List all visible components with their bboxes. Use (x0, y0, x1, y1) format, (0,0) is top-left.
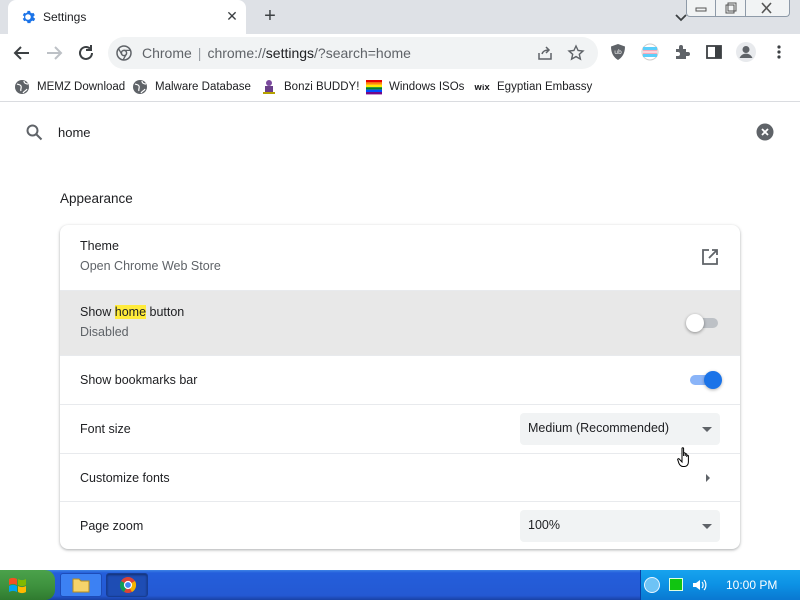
taskbar-chrome[interactable] (106, 573, 148, 597)
back-arrow-icon[interactable] (10, 41, 34, 65)
bookmark-malware-database[interactable]: Malware Database (132, 78, 251, 96)
bookmarks-bar: MEMZ Download Malware Database Bonzi BUD… (0, 72, 800, 102)
font-size-select[interactable]: Medium (Recommended) (520, 413, 720, 445)
share-icon[interactable] (536, 44, 554, 62)
font-size-row: Font size Medium (Recommended) (60, 404, 740, 453)
forward-arrow-icon[interactable] (42, 41, 66, 65)
bookmark-label: Malware Database (155, 81, 251, 93)
show-bookmarks-bar-toggle[interactable] (686, 371, 722, 389)
bookmark-label: MEMZ Download (37, 81, 126, 93)
appearance-card: Theme Open Chrome Web Store Show home bu… (60, 225, 740, 549)
label-suffix: button (146, 305, 185, 319)
svg-text:ub: ub (614, 49, 622, 56)
font-size-value: Medium (Recommended) (528, 421, 670, 435)
show-bookmarks-bar-label: Show bookmarks bar (80, 373, 198, 387)
chevron-right-icon (706, 474, 710, 482)
clock[interactable]: 10:00 PM (726, 578, 777, 592)
url-scheme: chrome:// (207, 45, 266, 61)
window-controls (686, 0, 790, 18)
page-zoom-label: Page zoom (80, 519, 144, 533)
show-home-button-sublabel: Disabled (80, 325, 129, 339)
gear-icon (22, 10, 36, 24)
bookmark-star-icon[interactable] (567, 44, 585, 62)
address-bar[interactable]: Chrome | chrome://settings/?search=home (108, 37, 598, 69)
bookmark-memz-download[interactable]: MEMZ Download (14, 78, 125, 96)
side-panel-icon[interactable] (705, 43, 723, 61)
taskbar-explorer[interactable] (60, 573, 102, 597)
volume-icon[interactable] (691, 577, 707, 593)
dropdown-arrow-icon (702, 524, 712, 529)
ublock-shield-icon[interactable]: ub (609, 43, 627, 61)
bookmark-windows-isos[interactable]: Windows ISOs (366, 78, 464, 96)
settings-search-input[interactable] (58, 122, 658, 142)
hand-cursor-icon (677, 447, 689, 467)
section-title-appearance: Appearance (60, 191, 133, 206)
show-hidden-icons-chevron-icon[interactable] (644, 577, 660, 593)
toggle-knob (686, 314, 704, 332)
tab-settings[interactable]: Settings ✕ (8, 0, 246, 34)
show-home-button-toggle[interactable] (686, 314, 722, 332)
separator: | (197, 45, 202, 61)
bookmark-label: Bonzi BUDDY! (284, 81, 360, 93)
folder-icon (72, 578, 90, 593)
rainbow-flag-icon (366, 80, 382, 95)
system-tray: 10:00 PM (640, 570, 800, 600)
bookmark-label: Egyptian Embassy (497, 81, 593, 93)
svg-text:WiX: WiX (474, 84, 490, 92)
page-zoom-value: 100% (528, 518, 560, 532)
tab-close-icon[interactable]: ✕ (224, 8, 240, 24)
chrome-icon (119, 577, 137, 593)
label-prefix: Show (80, 305, 115, 319)
show-home-button-label: Show home button (80, 305, 184, 319)
bookmark-label: Windows ISOs (389, 81, 465, 93)
new-tab-button[interactable]: + (259, 6, 281, 28)
minimize-icon (695, 7, 707, 12)
show-bookmarks-bar-row[interactable]: Show bookmarks bar (60, 355, 740, 404)
more-menu-icon[interactable] (770, 43, 788, 61)
reload-icon[interactable] (74, 41, 98, 65)
open-in-new-icon[interactable] (700, 247, 720, 267)
toggle-knob (704, 371, 722, 389)
theme-sublabel: Open Chrome Web Store (80, 259, 221, 273)
tab-strip: Settings ✕ + (0, 0, 800, 34)
clear-search-icon[interactable] (756, 123, 774, 141)
profile-avatar-icon[interactable] (735, 41, 757, 63)
dropdown-arrow-icon (702, 427, 712, 432)
page-zoom-row: Page zoom 100% (60, 501, 740, 549)
restore-icon (725, 2, 737, 14)
url-host: settings (265, 45, 315, 61)
show-home-button-row[interactable]: Show home button Disabled (60, 290, 740, 355)
minimize-button[interactable] (686, 0, 716, 17)
search-match-highlight: home (114, 305, 147, 319)
url-query: /?search=home (314, 45, 411, 61)
windows-taskbar: 10:00 PM (0, 570, 800, 600)
customize-fonts-label: Customize fonts (80, 471, 170, 485)
customize-fonts-row[interactable]: Customize fonts (60, 453, 740, 501)
theme-row[interactable]: Theme Open Chrome Web Store (60, 225, 740, 290)
tab-title: Settings (43, 10, 87, 24)
windows-logo-icon (9, 577, 26, 594)
close-icon (761, 2, 772, 14)
settings-page: Appearance Theme Open Chrome Web Store S… (0, 103, 800, 570)
bonzi-icon (263, 80, 275, 94)
page-zoom-select[interactable]: 100% (520, 510, 720, 542)
wix-icon: WiX (474, 84, 490, 92)
start-button[interactable] (0, 570, 55, 600)
browser-toolbar: Chrome | chrome://settings/?search=home ub (0, 34, 800, 72)
bookmark-bonzi-buddy[interactable]: Bonzi BUDDY! (261, 78, 359, 96)
extensions-puzzle-icon[interactable] (673, 43, 691, 61)
close-window-button[interactable] (746, 0, 790, 17)
restore-button[interactable] (716, 0, 746, 17)
extension-flag-icon[interactable] (641, 43, 659, 61)
search-icon (26, 124, 43, 141)
font-size-label: Font size (80, 422, 131, 436)
chrome-logo-icon (116, 45, 132, 61)
bookmark-egyptian-embassy[interactable]: WiX Egyptian Embassy (474, 78, 592, 96)
site-name: Chrome (142, 45, 192, 61)
address-text: Chrome | chrome://settings/?search=home (142, 45, 411, 61)
globe-icon (133, 80, 147, 94)
theme-label: Theme (80, 239, 119, 253)
network-icon[interactable] (669, 578, 683, 591)
globe-icon (15, 80, 29, 94)
